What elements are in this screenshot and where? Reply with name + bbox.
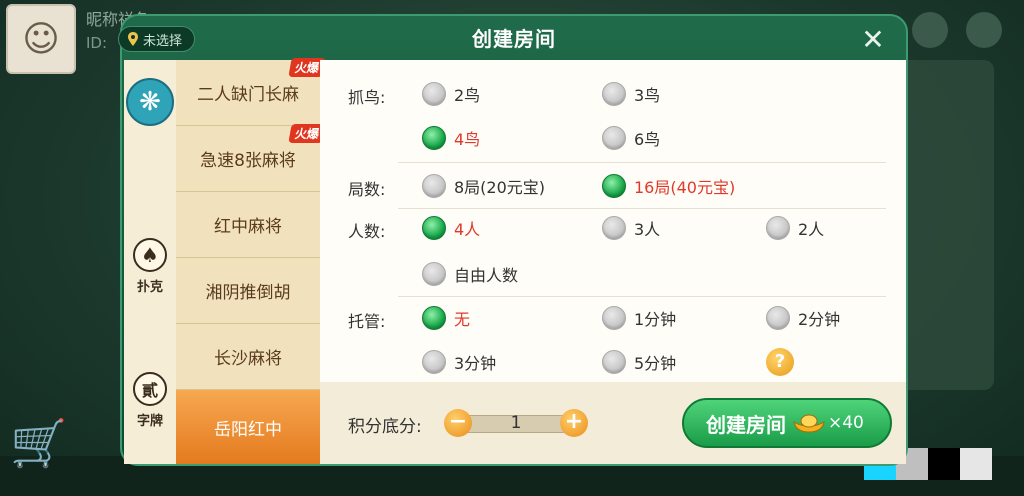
birds-option-6[interactable]: 6鸟	[602, 126, 660, 150]
auto-option-2min[interactable]: 2分钟	[766, 306, 840, 330]
game-list: 二人缺门长麻 火爆 急速8张麻将 火爆 红中麻将 湘阴推倒胡 长沙麻将 岳阳红中	[176, 58, 326, 464]
character-tile-icon: 貳	[133, 372, 167, 406]
players-option-2[interactable]: 2人	[766, 216, 824, 240]
radio-button-selected	[422, 126, 446, 150]
birds-option-2[interactable]: 2鸟	[422, 82, 480, 106]
create-room-button[interactable]: 创建房间 ×40	[682, 398, 892, 448]
birds-option-4[interactable]: 4鸟	[422, 126, 480, 150]
game-item-label: 湘阴推倒胡	[205, 283, 291, 303]
create-room-dialog: 创建房间 未选择 ✕ ❋ ♠ 扑克 貳 字牌 二人缺门长麻 火爆 急速8张麻将 …	[118, 14, 908, 466]
players-option-4[interactable]: 4人	[422, 216, 480, 240]
game-item[interactable]: 湘阴推倒胡	[176, 258, 320, 324]
black-square	[928, 448, 960, 480]
radio-button	[766, 306, 790, 330]
rounds-label: 局数:	[348, 180, 386, 199]
radio-button	[422, 82, 446, 106]
divider	[398, 208, 886, 209]
base-score-label: 积分底分:	[348, 417, 422, 437]
birds-label: 抓鸟:	[348, 88, 386, 107]
tab-zipai[interactable]: 貳 字牌	[124, 372, 176, 429]
tab-poker-label: 扑克	[136, 280, 163, 295]
auto-option-3min[interactable]: 3分钟	[422, 350, 496, 374]
help-icon[interactable]: ?	[766, 348, 794, 376]
radio-button-selected	[422, 306, 446, 330]
radio-button	[422, 262, 446, 286]
game-item[interactable]: 急速8张麻将 火爆	[176, 124, 326, 192]
tab-zipai-label: 字牌	[136, 414, 163, 429]
tab-mahjong[interactable]: ❋	[124, 78, 176, 130]
rounds-option-8[interactable]: 8局(20元宝)	[422, 174, 545, 198]
create-room-label: 创建房间	[706, 412, 786, 437]
game-item-label: 岳阳红中	[214, 419, 282, 440]
radio-button	[602, 126, 626, 150]
player-avatar[interactable]: ☺	[6, 4, 76, 74]
rounds-option-16[interactable]: 16局(40元宝)	[602, 174, 735, 198]
players-option-3[interactable]: 3人	[602, 216, 660, 240]
radio-button	[602, 350, 626, 374]
close-button[interactable]: ✕	[858, 26, 888, 56]
auto-label: 托管:	[348, 312, 386, 331]
dialog-title: 创建房间	[472, 26, 556, 51]
room-settings: 抓鸟: 2鸟 3鸟 4鸟 6鸟 局数: 8局(20元宝) 16局(40元宝) 人…	[320, 60, 906, 382]
auto-option-5min[interactable]: 5分钟	[602, 350, 676, 374]
radio-button	[422, 350, 446, 374]
players-option-free[interactable]: 自由人数	[422, 262, 518, 286]
mahjong-tile-icon: ❋	[126, 78, 174, 126]
location-pin-icon	[128, 32, 138, 46]
location-selector[interactable]: 未选择	[118, 26, 196, 52]
birds-option-3[interactable]: 3鸟	[602, 82, 660, 106]
game-item[interactable]: 红中麻将	[176, 192, 320, 258]
decrement-button[interactable]: −	[444, 409, 472, 437]
game-item-label: 二人缺门长麻	[197, 85, 299, 105]
gear-icon[interactable]	[966, 12, 1002, 48]
game-item-label: 红中麻将	[214, 217, 282, 237]
dialog-header: 创建房间	[120, 14, 908, 60]
player-id: ID:	[86, 34, 108, 52]
settings-icon[interactable]	[912, 12, 948, 48]
game-item-label: 长沙麻将	[214, 349, 282, 369]
divider	[398, 296, 886, 297]
auto-option-1min[interactable]: 1分钟	[602, 306, 676, 330]
radio-button	[602, 82, 626, 106]
location-label: 未选择	[143, 33, 183, 49]
game-item[interactable]: 二人缺门长麻 火爆	[176, 58, 326, 126]
game-item-label: 急速8张麻将	[200, 151, 296, 171]
radio-button	[602, 216, 626, 240]
bottom-bar: 积分底分: 1 − + 创建房间 ×40	[320, 382, 906, 464]
cost-label: ×40	[828, 413, 864, 433]
radio-button	[766, 216, 790, 240]
radio-button	[602, 306, 626, 330]
increment-button[interactable]: +	[560, 409, 588, 437]
spade-icon: ♠	[133, 238, 167, 272]
radio-button-selected	[602, 174, 626, 198]
base-score-stepper: 1 − +	[444, 409, 588, 437]
radio-button-selected	[422, 216, 446, 240]
category-tabs: ❋ ♠ 扑克 貳 字牌	[124, 60, 176, 464]
game-item-selected[interactable]: 岳阳红中	[176, 390, 320, 464]
divider	[398, 162, 886, 163]
light-square	[960, 448, 992, 480]
players-label: 人数:	[348, 222, 386, 241]
game-item[interactable]: 长沙麻将	[176, 324, 320, 390]
shop-cart-icon[interactable]: 🛒	[10, 416, 80, 476]
radio-button	[422, 174, 446, 198]
tab-poker[interactable]: ♠ 扑克	[124, 238, 176, 295]
gold-ingot-icon	[793, 414, 825, 433]
auto-option-none[interactable]: 无	[422, 306, 470, 330]
